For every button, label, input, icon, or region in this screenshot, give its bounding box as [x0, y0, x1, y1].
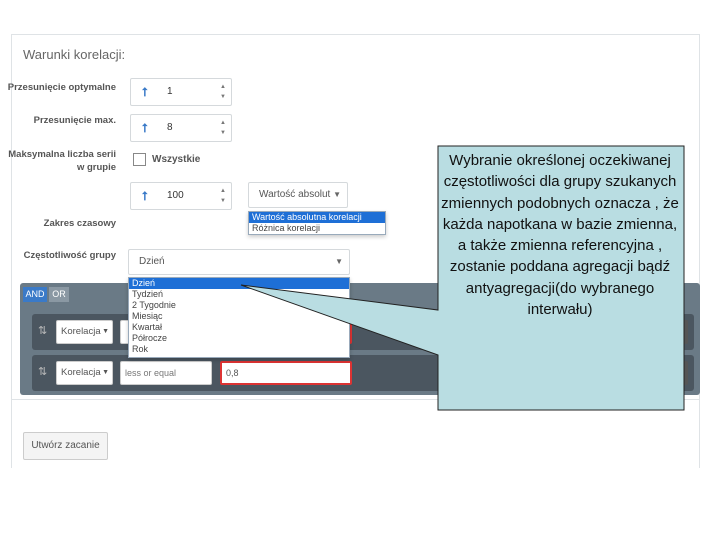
or-button[interactable]: OR	[49, 287, 69, 302]
increment-icon[interactable]: ▲	[219, 119, 227, 127]
callout-text: Wybranie określonej oczekiwanej częstotl…	[441, 152, 679, 319]
and-button[interactable]: AND	[23, 287, 47, 302]
correlation-mode-value: Wartość absolut	[259, 189, 331, 200]
dropdown-option[interactable]: 2 Tygodnie	[129, 300, 349, 311]
rule-row: ⇅ Korelacja ▼ less or equal 0,8	[32, 355, 694, 391]
offset-icon: ⭡	[142, 121, 148, 135]
rule-field-value: Korelacja	[61, 367, 101, 378]
correlation-mode-select[interactable]: Wartość absolut ▼	[248, 182, 348, 208]
max-series-label: Maksymalna liczba serii w grupie	[8, 149, 116, 173]
all-series-checkbox-label: Wszystkie	[152, 154, 201, 165]
chevron-down-icon: ▼	[335, 257, 343, 266]
create-button[interactable]: Utwórz zacanie	[23, 432, 108, 460]
dropdown-option[interactable]: Różnica korelacji	[249, 223, 385, 234]
page: Warunki korelacji: Przesunięcie optymaln…	[0, 0, 720, 540]
drag-handle-icon[interactable]: ⇅	[38, 365, 47, 378]
offset-optimal-stepper[interactable]: ⭡ 1 ▲ ▼	[130, 78, 232, 106]
dropdown-option[interactable]: Tydzień	[129, 289, 349, 300]
correlation-mode-dropdown: Wartość absolutna korelacji Różnica kore…	[248, 211, 386, 235]
all-series-checkbox[interactable]	[133, 153, 146, 166]
offset-optimal-label: Przesunięcie optymalne	[7, 82, 116, 93]
dropdown-option[interactable]: Dzień	[129, 278, 349, 289]
dropdown-option[interactable]: Rok	[129, 344, 349, 355]
rule-operator-select[interactable]: less or equal	[120, 361, 212, 385]
chevron-down-icon: ▼	[102, 328, 109, 335]
rule-field-select[interactable]: Korelacja ▼	[56, 361, 113, 385]
increment-icon[interactable]: ▲	[219, 83, 227, 91]
delete-rule-button[interactable]	[668, 320, 688, 344]
rule-operator-value: less or equal	[125, 368, 177, 378]
offset-max-label: Przesunięcie max.	[33, 115, 116, 126]
group-frequency-dropdown: Dzień Tydzień 2 Tygodnie Miesiąc Kwartał…	[128, 277, 350, 358]
panel-title: Warunki korelacji:	[23, 47, 126, 62]
offset-optimal-value: 1	[167, 86, 173, 97]
increment-icon[interactable]: ▲	[219, 187, 227, 195]
group-frequency-label: Częstotliwość grupy	[23, 250, 116, 261]
chevron-down-icon: ▼	[333, 190, 341, 199]
delete-rule-button[interactable]	[668, 361, 688, 385]
offset-max-stepper[interactable]: ⭡ 8 ▲ ▼	[130, 114, 232, 142]
offset-max-value: 8	[167, 122, 173, 133]
group-frequency-value: Dzień	[139, 256, 165, 267]
chevron-down-icon: ▼	[102, 369, 109, 376]
group-frequency-select[interactable]: Dzień ▼	[128, 249, 350, 275]
dropdown-option[interactable]: Kwartał	[129, 322, 349, 333]
dropdown-option[interactable]: Miesiąc	[129, 311, 349, 322]
panel-footer	[11, 400, 700, 468]
offset-icon: ⭡	[142, 85, 148, 99]
decrement-icon[interactable]: ▼	[219, 197, 227, 205]
decrement-icon[interactable]: ▼	[219, 93, 227, 101]
rule-value-text: 0,8	[226, 368, 239, 378]
rule-value-input[interactable]: 0,8	[220, 361, 352, 385]
max-series-value: 100	[167, 190, 184, 201]
drag-handle-icon[interactable]: ⇅	[38, 324, 47, 337]
rule-field-value: Korelacja	[61, 326, 101, 337]
decrement-icon[interactable]: ▼	[219, 129, 227, 137]
offset-icon: ⭡	[142, 189, 148, 203]
dropdown-option[interactable]: Wartość absolutna korelacji	[249, 212, 385, 223]
dropdown-option[interactable]: Półrocze	[129, 333, 349, 344]
max-series-stepper[interactable]: ⭡ 100 ▲ ▼	[130, 182, 232, 210]
time-range-label: Zakres czasowy	[43, 218, 116, 229]
rule-field-select[interactable]: Korelacja ▼	[56, 320, 113, 344]
